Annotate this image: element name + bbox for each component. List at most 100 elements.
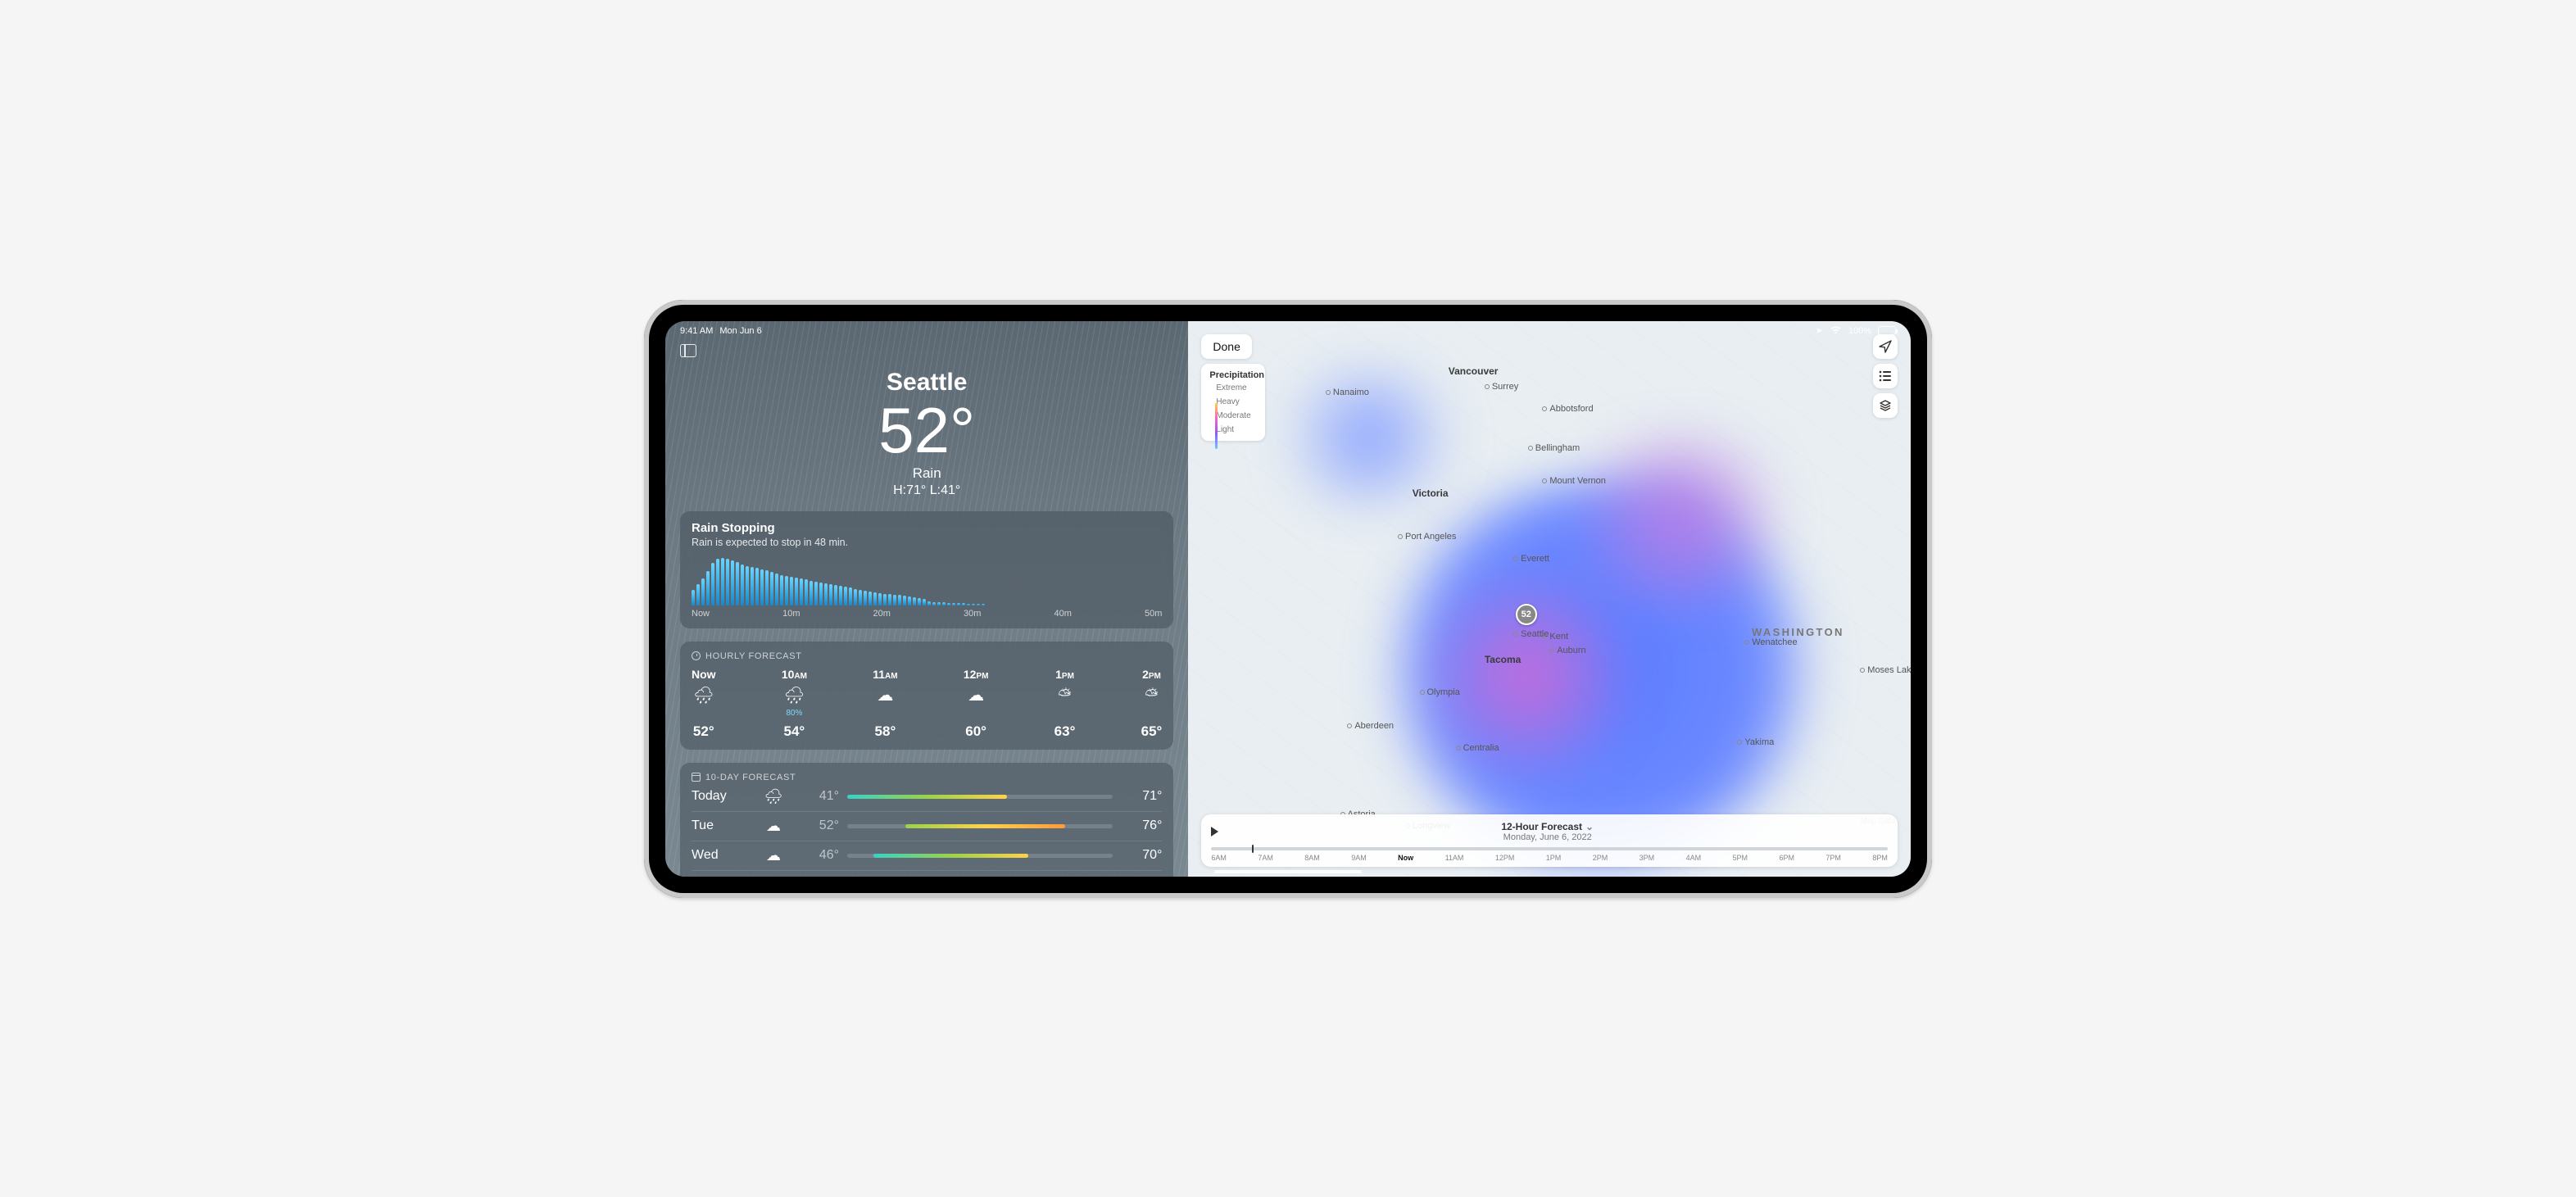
timeline-hour-label: 11AM: [1445, 854, 1464, 862]
legend-level: Moderate: [1216, 411, 1257, 420]
play-button-icon[interactable]: [1211, 827, 1218, 837]
minute-axis-label: 50m: [1145, 609, 1162, 619]
minute-bar: [775, 574, 778, 605]
hour-item[interactable]: 10AM 🌧 80% 54°: [782, 668, 807, 740]
minute-bar: [726, 559, 729, 605]
day-weather-icon: ☁︎: [757, 818, 790, 835]
timeline-hour-label: 5PM: [1733, 854, 1748, 862]
hour-item[interactable]: 12PM ☁︎ 60°: [964, 668, 989, 740]
legend-title: Precipitation: [1209, 370, 1257, 380]
day-name: Today: [692, 789, 749, 804]
hour-weather-icon: ☁︎: [873, 686, 897, 705]
minute-bar: [819, 583, 823, 605]
hour-item[interactable]: 1PM ⛅︎ 63°: [1054, 668, 1076, 740]
hour-temp: 63°: [1054, 723, 1076, 740]
minute-bar: [864, 591, 867, 605]
hour-temp: 52°: [692, 723, 716, 740]
minute-bar: [982, 604, 985, 605]
daily-row[interactable]: Tue ☁︎ 52° 76°: [692, 811, 1162, 841]
precip-title: Rain Stopping: [692, 521, 1162, 535]
sidebar-toggle-icon[interactable]: [680, 344, 696, 357]
home-indicator[interactable]: [1214, 870, 1362, 873]
hour-temp: 60°: [964, 723, 989, 740]
battery-icon: [1878, 326, 1896, 335]
day-lo: 41°: [798, 789, 839, 804]
hour-time: 12PM: [964, 668, 989, 681]
condition-text: Rain: [680, 465, 1173, 482]
map-place-label: Olympia: [1420, 687, 1460, 697]
timeline-hour-label: 2PM: [1593, 854, 1608, 862]
minute-bar: [903, 596, 906, 605]
map-place-label: Centralia: [1456, 743, 1499, 753]
minute-axis-label: 40m: [1054, 609, 1071, 619]
minute-bar: [962, 603, 965, 605]
state-label: WASHINGTON: [1752, 626, 1844, 638]
hour-item[interactable]: 11AM ☁︎ 58°: [873, 668, 897, 740]
minute-bar: [795, 578, 798, 605]
temp-range-bar: [847, 854, 1113, 858]
chevron-down-icon: ⌄: [1585, 821, 1594, 832]
daily-row[interactable]: Today 🌧 41° 71°: [692, 782, 1162, 811]
minute-bar: [716, 559, 719, 605]
day-lo: 52°: [798, 818, 839, 833]
map-place-label: Surrey: [1485, 382, 1518, 392]
timeline-hour-label: 8PM: [1872, 854, 1888, 862]
daily-card[interactable]: 10-DAY FORECAST Today 🌧 41° 71°Tue ☁︎ 52…: [680, 763, 1173, 877]
hour-weather-icon: 🌧: [692, 686, 716, 705]
hour-item[interactable]: Now 🌧 52°: [692, 668, 716, 740]
minute-bar: [957, 603, 960, 605]
minute-bar: [721, 558, 724, 605]
minute-bar: [800, 578, 803, 605]
screen: 9:41 AM Mon Jun 6 ➤ 100% Seattle 52° Rai…: [665, 321, 1911, 877]
minute-bar: [839, 586, 842, 605]
minute-bar: [888, 594, 891, 605]
layers-button[interactable]: [1873, 393, 1898, 418]
day-name: Tue: [692, 818, 749, 833]
hour-pop: [964, 709, 989, 719]
timeline-control[interactable]: 12-Hour Forecast⌄ Monday, June 6, 2022 6…: [1201, 814, 1898, 867]
day-hi: 71°: [1121, 789, 1162, 804]
minute-axis-label: 30m: [964, 609, 981, 619]
hourly-card[interactable]: HOURLY FORECAST Now 🌧 52°10AM 🌧 80% 54°1…: [680, 642, 1173, 750]
map-place-label: Auburn: [1549, 646, 1585, 655]
list-button[interactable]: [1873, 364, 1898, 388]
legend-level: Extreme: [1216, 383, 1257, 392]
timeline-scrubber[interactable]: [1211, 847, 1888, 850]
hour-item[interactable]: 2PM ⛅︎ 65°: [1141, 668, 1163, 740]
timeline-hour-label: 7PM: [1825, 854, 1841, 862]
status-time: 9:41 AM: [680, 326, 713, 336]
minute-bar: [834, 585, 837, 605]
minute-bar: [947, 603, 950, 605]
map-place-label: Abbotsford: [1542, 404, 1593, 414]
location-pin[interactable]: 52: [1516, 604, 1537, 625]
timeline-hour-label: 1PM: [1546, 854, 1562, 862]
minute-bar: [701, 578, 705, 605]
timeline-title[interactable]: 12-Hour Forecast: [1501, 821, 1582, 832]
map-pane[interactable]: VancouverSurreyNanaimoAbbotsfordBellingh…: [1188, 321, 1911, 877]
map-place-label: Aberdeen: [1347, 721, 1394, 731]
map-place-label: Victoria: [1413, 487, 1449, 499]
minute-axis-label: 10m: [782, 609, 800, 619]
map-place-label: Bellingham: [1528, 443, 1580, 453]
minute-bar: [952, 603, 955, 605]
hour-pop: [1054, 709, 1076, 719]
hourly-row: Now 🌧 52° 10AM 🌧 80% 54° 11AM ☁︎ 58° 12PM ☁…: [692, 668, 1162, 740]
daily-row[interactable]: Thu ⛅︎ 55° 71°: [692, 870, 1162, 877]
pin-city-label: Seattle: [1513, 629, 1549, 639]
minute-bar: [805, 579, 808, 605]
hour-time: 11AM: [873, 668, 897, 681]
minute-bar: [736, 562, 739, 605]
minute-bar: [770, 572, 773, 605]
minute-bar: [760, 569, 764, 605]
day-weather-icon: ☁︎: [757, 847, 790, 864]
minute-bar: [883, 594, 887, 605]
hour-pop: [1141, 709, 1163, 719]
timeline-hour-label: Now: [1398, 854, 1413, 862]
minute-bar: [937, 602, 941, 605]
precip-card[interactable]: Rain Stopping Rain is expected to stop i…: [680, 511, 1173, 628]
current-temp: 52°: [680, 398, 1173, 462]
daily-row[interactable]: Wed ☁︎ 46° 70°: [692, 841, 1162, 870]
timeline-hours: 6AM7AM8AM9AMNow11AM12PM1PM2PM3PM4AM5PM6P…: [1211, 854, 1888, 862]
minute-axis-label: Now: [692, 609, 710, 619]
hour-time: 1PM: [1054, 668, 1076, 681]
